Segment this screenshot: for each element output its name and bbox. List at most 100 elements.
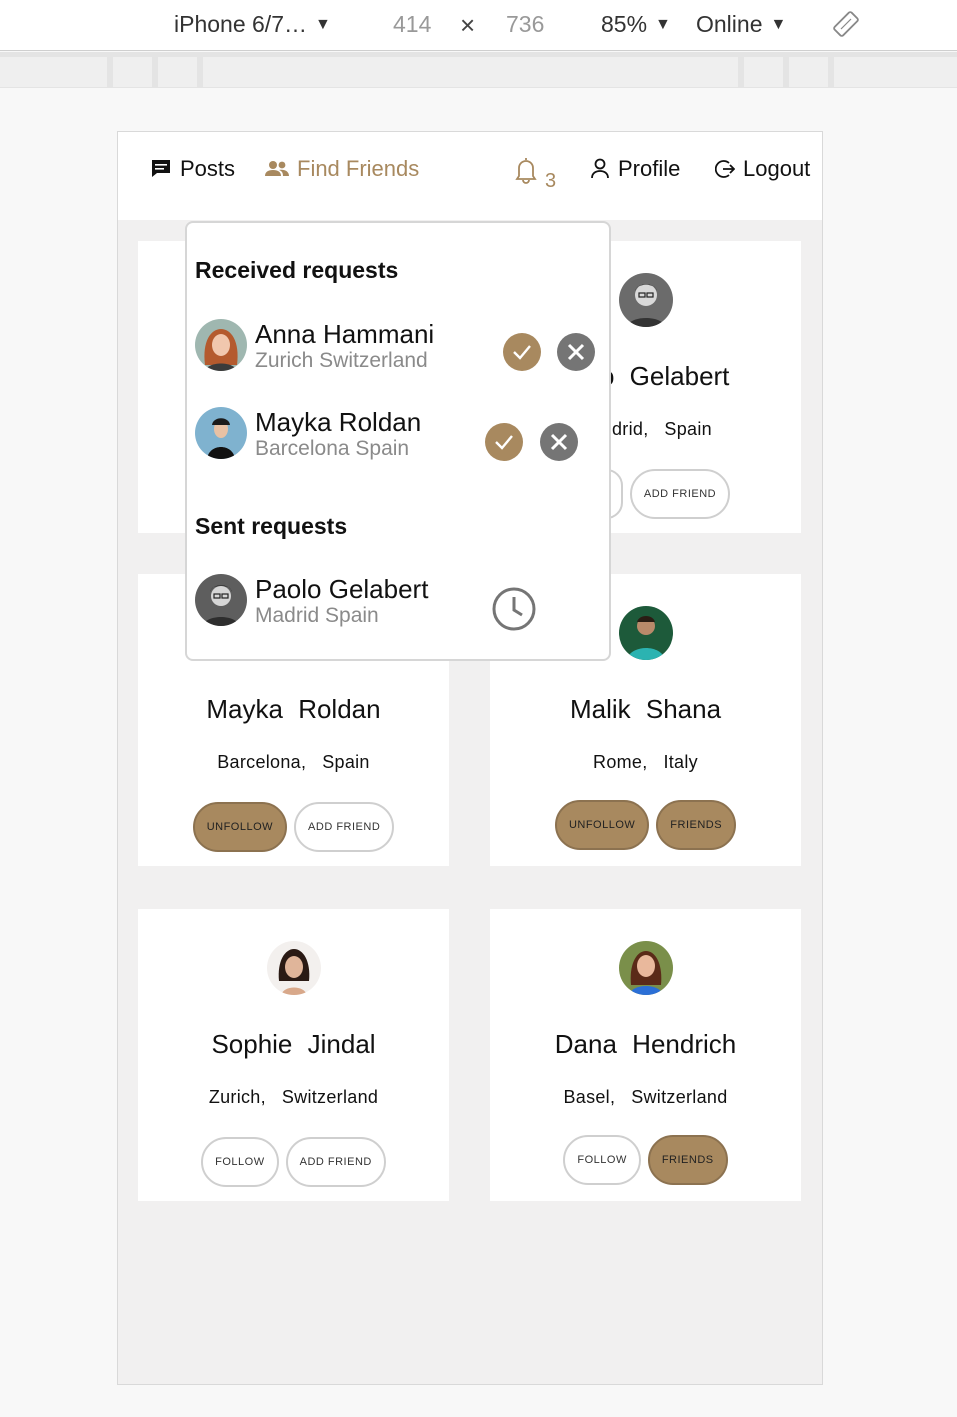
follow-button[interactable]: FOLLOW	[201, 1137, 279, 1187]
reject-button[interactable]	[557, 333, 595, 371]
card-name: Dana Hendrich	[554, 1029, 737, 1059]
avatar	[618, 941, 673, 995]
request-name: Anna Hammani	[255, 319, 435, 349]
nav-posts-label: Posts	[180, 156, 236, 181]
nav-profile[interactable]: Profile	[590, 156, 680, 182]
card-city: drid,	[612, 419, 649, 439]
device-select[interactable]: iPhone 6/7… ▼	[174, 9, 331, 40]
top-nav: Posts Find Friends 3 Profile Logout	[118, 132, 822, 220]
ruler-segment[interactable]	[834, 57, 957, 87]
card-location: Basel, Switzerland	[490, 1087, 801, 1108]
card-city: Basel,	[563, 1087, 616, 1107]
avatar	[618, 273, 673, 327]
nav-posts[interactable]: Posts	[150, 156, 235, 182]
card-country: Switzerland	[631, 1087, 728, 1107]
request-item: Paolo Gelabert Madrid Spain	[195, 574, 595, 634]
card-country: Italy	[663, 752, 698, 772]
media-query-bar	[0, 52, 957, 88]
device-label: iPhone 6/7…	[174, 11, 307, 37]
card-actions: FOLLOW FRIENDS	[490, 1135, 801, 1185]
avatar	[266, 941, 321, 995]
check-icon	[495, 435, 513, 450]
width-input[interactable]: 414	[393, 9, 431, 39]
network-label: Online	[696, 11, 763, 37]
card-name: Sophie Jindal	[211, 1029, 376, 1059]
avatar	[195, 407, 247, 459]
avatar	[195, 319, 247, 371]
add-friend-button[interactable]: ADD FRIEND	[294, 802, 395, 852]
card-city: Rome,	[593, 752, 648, 772]
card-location: drid, Spain	[612, 419, 801, 440]
nav-logout[interactable]: Logout	[715, 156, 810, 182]
user-icon	[591, 158, 609, 179]
notification-count: 3	[545, 170, 557, 192]
ruler-segment[interactable]	[203, 57, 738, 87]
accept-button[interactable]	[503, 333, 541, 371]
logout-icon	[715, 160, 735, 178]
unfollow-button[interactable]: UNFOLLOW	[192, 802, 288, 852]
nav-logout-label: Logout	[743, 156, 811, 181]
card-country: Spain	[664, 419, 712, 439]
zoom-label: 85%	[601, 11, 648, 37]
users-icon	[265, 161, 289, 176]
rotate-icon[interactable]	[832, 10, 860, 38]
request-name: Paolo Gelabert	[255, 574, 429, 604]
card-actions: UNFOLLOW FRIENDS	[490, 800, 801, 850]
device-viewport: Posts Find Friends 3 Profile Logout o Ge…	[117, 131, 823, 1385]
nav-find-friends-label: Find Friends	[297, 156, 420, 181]
avatar	[618, 606, 673, 660]
close-icon	[550, 433, 568, 451]
caret-down-icon: ▼	[314, 16, 331, 33]
nav-find-friends[interactable]: Find Friends	[265, 156, 419, 182]
ruler-segment[interactable]	[113, 57, 152, 87]
notifications-button[interactable]	[514, 156, 538, 184]
user-card: Dana Hendrich Basel, Switzerland FOLLOW …	[490, 909, 801, 1201]
card-name: Mayka Roldan	[206, 694, 381, 724]
dimension-separator: ×	[460, 10, 476, 40]
unfollow-button[interactable]: UNFOLLOW	[554, 800, 650, 850]
request-location: Barcelona Spain	[255, 437, 410, 460]
request-item: Anna Hammani Zurich Switzerland	[195, 319, 595, 379]
friends-button[interactable]: FRIENDS	[647, 1135, 728, 1185]
avatar	[195, 574, 247, 626]
clock-icon	[492, 587, 536, 631]
accept-button[interactable]	[485, 423, 523, 461]
card-name: o Gelabert	[600, 361, 730, 391]
reject-button[interactable]	[540, 423, 578, 461]
card-actions: FOLLOW ADD FRIEND	[138, 1137, 449, 1187]
height-input[interactable]: 736	[506, 9, 544, 39]
user-card: Sophie Jindal Zurich, Switzerland FOLLOW…	[138, 909, 449, 1201]
nav-profile-label: Profile	[618, 156, 681, 181]
devtools-toolbar: iPhone 6/7… ▼ 414 × 736 85% ▼ Online ▼	[0, 0, 957, 51]
card-name: Malik Shana	[569, 694, 722, 724]
caret-down-icon: ▼	[770, 16, 787, 33]
network-select[interactable]: Online ▼	[696, 9, 786, 40]
sent-requests-heading: Sent requests	[195, 513, 348, 539]
ruler-segment[interactable]	[0, 57, 107, 87]
bell-icon	[515, 158, 537, 184]
add-friend-button[interactable]: ADD FRIEND	[629, 469, 731, 519]
close-icon	[567, 343, 585, 361]
card-location: Barcelona, Spain	[138, 752, 449, 773]
friend-requests-dropdown: Received requests Anna Hammani Zurich Sw…	[185, 221, 611, 661]
zoom-select[interactable]: 85% ▼	[601, 9, 671, 40]
ruler-segment[interactable]	[158, 57, 197, 87]
card-country: Switzerland	[281, 1087, 379, 1107]
card-city: Zurich,	[208, 1087, 266, 1107]
received-requests-heading: Received requests	[195, 257, 399, 283]
card-actions: W ADD FRIEND	[590, 469, 801, 519]
friends-button[interactable]: FRIENDS	[656, 800, 737, 850]
request-location: Madrid Spain	[255, 604, 379, 627]
request-name: Mayka Roldan	[255, 407, 422, 437]
card-location: Zurich, Switzerland	[138, 1087, 449, 1108]
card-location: Rome, Italy	[490, 752, 801, 773]
follow-button[interactable]: FOLLOW	[563, 1135, 641, 1185]
add-friend-button[interactable]: ADD FRIEND	[285, 1137, 386, 1187]
request-item: Mayka Roldan Barcelona Spain	[195, 407, 595, 467]
card-actions: UNFOLLOW ADD FRIEND	[138, 802, 449, 852]
card-country: Spain	[322, 752, 370, 772]
ruler-segment[interactable]	[789, 57, 828, 87]
ruler-segment[interactable]	[744, 57, 783, 87]
check-icon	[513, 345, 531, 360]
request-location: Zurich Switzerland	[255, 349, 428, 372]
